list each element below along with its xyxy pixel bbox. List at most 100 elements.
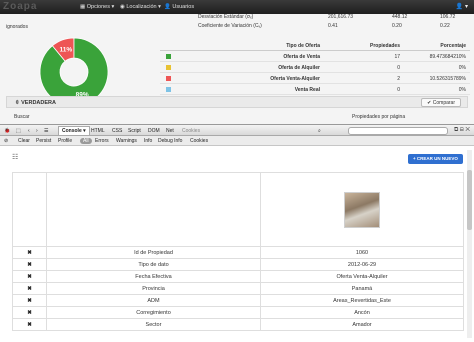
compare-label: Comparar: [432, 100, 455, 106]
forward-icon[interactable]: ›: [36, 128, 38, 134]
clear-icon[interactable]: ⊘: [4, 138, 8, 144]
menu-icon[interactable]: ☰: [44, 128, 48, 134]
filter-debug-info[interactable]: Debug Info: [158, 138, 182, 144]
table-row: ✖ ADM Areas_Revertidas_Este: [12, 294, 464, 307]
filter-info[interactable]: Info: [144, 138, 152, 144]
delete-icon[interactable]: ✖: [12, 270, 47, 283]
table-row: ✖ Fecha Efectiva Oferta Venta-Alquiler: [12, 270, 464, 283]
inspect-icon[interactable]: ⬚: [16, 128, 21, 134]
nav-localizacion[interactable]: ◉ Localización ▾: [120, 4, 161, 10]
brand-logo[interactable]: Zoapa: [3, 1, 37, 12]
per-page-label: Propiedades por página: [352, 114, 406, 120]
field-value: 2012-06-29: [260, 258, 464, 271]
nav-opciones[interactable]: ▦ Opciones ▾: [80, 4, 114, 10]
offer-pct: 89.473684210%: [429, 54, 466, 60]
stats-row: Desviación Estándar (σₓ) 201,616.73 448.…: [0, 14, 474, 22]
filter-errors[interactable]: Errors: [95, 138, 109, 144]
scrollbar[interactable]: [467, 150, 472, 338]
stat-value: 201,616.73: [328, 14, 354, 20]
field-label: Sector: [46, 318, 261, 331]
navbar: Zoapa ▦ Opciones ▾ ◉ Localización ▾ 👤 Us…: [0, 0, 474, 14]
offer-row: Oferta de Alquiler 0 0%: [160, 62, 470, 73]
scrollbar-thumb[interactable]: [467, 170, 472, 230]
photo-row: [12, 172, 464, 247]
offer-row: Venta Real 0 0%: [160, 84, 470, 95]
header-prop: Propiedades: [369, 43, 400, 49]
tab-console[interactable]: Console ▾: [58, 126, 90, 136]
nav-usuarios[interactable]: 👤 Usuarios: [164, 4, 194, 10]
field-label: Fecha Efectiva: [46, 270, 261, 283]
stat-value: 0.41: [328, 23, 338, 29]
panel-title: ⇳ VERDADERA: [15, 100, 56, 106]
firebug-search-input[interactable]: [348, 127, 448, 135]
profile-button[interactable]: Profile: [58, 138, 72, 144]
nav-localizacion-label: Localización: [126, 4, 157, 10]
offer-row: Oferta Venta-Alquiler 2 10.526315789%: [160, 73, 470, 84]
field-value: Areas_Revertidas_Este: [260, 294, 464, 307]
property-photo[interactable]: [344, 191, 380, 228]
back-icon[interactable]: ‹: [28, 128, 30, 134]
filter-warnings[interactable]: Warnings: [116, 138, 137, 144]
field-value: Ancón: [260, 306, 464, 319]
empty-cell: [12, 172, 47, 247]
delete-icon[interactable]: ✖: [12, 318, 47, 331]
tab-script[interactable]: Script: [128, 128, 141, 134]
offer-prop: 0: [397, 87, 400, 93]
firebug-toolbar: 🐞 ⬚ ‹ › ☰ Console ▾ HTML CSS Script DOM …: [0, 124, 474, 136]
tab-dom[interactable]: DOM: [148, 128, 160, 134]
field-label: ADM: [46, 294, 261, 307]
compare-button[interactable]: ✔ Comparar: [421, 98, 461, 107]
photo-cell: [260, 172, 464, 247]
create-new-button[interactable]: + CREAR UN NUEVO: [408, 154, 463, 164]
field-label: Corregimiento: [46, 306, 261, 319]
delete-icon[interactable]: ✖: [12, 306, 47, 319]
table-row: ✖ Id de Propiedad 1060: [12, 246, 464, 259]
user-menu-button[interactable]: 👤 ▾: [456, 3, 468, 10]
user-caret: ▾: [464, 4, 468, 10]
table-row: ✖ Sector Amador: [12, 318, 464, 331]
delete-icon[interactable]: ✖: [12, 246, 47, 259]
ignorados-label: ignorados: [6, 24, 28, 30]
legend-swatch: [166, 76, 171, 81]
offer-pct: 0%: [458, 65, 466, 71]
delete-icon[interactable]: ✖: [12, 258, 47, 271]
window-controls[interactable]: ⧉ ⊟ ✕: [454, 127, 470, 134]
delete-icon[interactable]: ✖: [12, 294, 47, 307]
tab-net[interactable]: Net: [166, 128, 174, 134]
table-row: ✖ Tipo de dato 2012-06-29: [12, 258, 464, 271]
offer-table-header: Tipo de Oferta Propiedades Porcentaje: [160, 42, 470, 51]
tab-cookies[interactable]: Cookies: [182, 128, 200, 134]
offer-tipo: Oferta Venta-Alquiler: [270, 76, 320, 82]
search-icon: ⌕: [318, 128, 321, 134]
property-detail-area: ☷ + CREAR UN NUEVO ✖ Id de Propiedad 106…: [0, 146, 474, 342]
clear-button[interactable]: Clear: [18, 138, 30, 144]
firebug-icon[interactable]: 🐞: [4, 128, 10, 134]
empty-cell: [46, 172, 261, 247]
nav-opciones-label: Opciones: [86, 4, 110, 10]
field-value: Amador: [260, 318, 464, 331]
field-label: Id de Propiedad: [46, 246, 261, 259]
filter-all[interactable]: All: [80, 138, 92, 144]
offer-pct: 10.526315789%: [429, 76, 466, 82]
offer-row: Oferta de Venta 17 89.473684210%: [160, 51, 470, 62]
firebug-console-toolbar: ⊘ Clear Persist Profile All Errors Warni…: [0, 136, 474, 146]
tab-html[interactable]: HTML: [91, 128, 105, 134]
nav-usuarios-label: Usuarios: [172, 4, 195, 10]
persist-button[interactable]: Persist: [36, 138, 51, 144]
stat-value: 106.72: [440, 14, 456, 20]
stat-label: Coeficiente de Variación (Cᵥ): [198, 23, 262, 29]
legend-swatch: [166, 65, 171, 70]
offer-table: Tipo de Oferta Propiedades Porcentaje Of…: [160, 42, 470, 95]
offer-tipo: Oferta de Alquiler: [278, 65, 320, 71]
tab-css[interactable]: CSS: [112, 128, 122, 134]
legend-swatch: [166, 54, 171, 59]
field-value: Oferta Venta-Alquiler: [260, 270, 464, 283]
property-detail-table: ✖ Id de Propiedad 1060 ✖ Tipo de dato 20…: [12, 172, 464, 331]
field-value: Panamá: [260, 282, 464, 295]
delete-icon[interactable]: ✖: [12, 282, 47, 295]
stat-value: 448.12: [392, 14, 408, 20]
table-row: ✖ Corregimiento Ancón: [12, 306, 464, 319]
list-icon[interactable]: ☷: [12, 153, 18, 161]
filter-cookies[interactable]: Cookies: [190, 138, 208, 144]
stat-value: 0.22: [440, 23, 450, 29]
